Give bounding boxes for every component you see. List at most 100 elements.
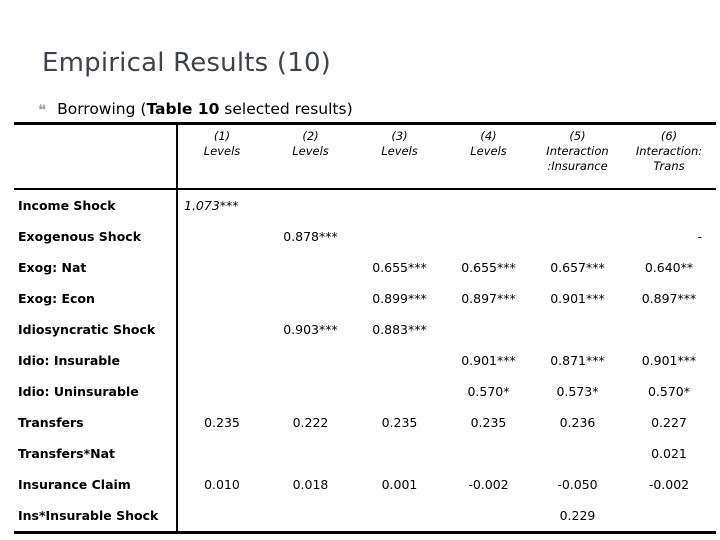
table-cell [622,190,716,221]
row-label: Transfers [14,407,178,438]
table-cell: 0.570* [467,384,510,399]
table-cell [177,314,266,345]
bullet-strong: Table 10 [146,100,220,118]
table-cell [355,221,444,252]
table-bottom-rule [14,531,716,535]
row-label: Exog: Nat [14,252,178,283]
table-row: Exog: Nat 0.655*** 0.655*** 0.657*** 0.640** [14,252,716,283]
table-cell: 0.655*** [461,260,516,275]
column-header-4-number: (4) [480,129,497,143]
results-table: (1) Levels (2) Levels (3) Levels (4) Lev… [14,122,716,535]
table-cell [444,314,533,345]
table-cell: -0.050 [557,477,598,492]
table-cell [177,283,266,314]
table-cell: - [697,229,702,244]
column-header-3: (3) Levels [355,125,444,189]
table-cell: 0.871*** [550,353,605,368]
table-cell [177,345,266,376]
table-row: Ins*Insurable Shock 0.229 [14,500,716,533]
table-row: Idiosyncratic Shock 0.903*** 0.883*** [14,314,716,345]
table-row: Exogenous Shock 0.878*** - [14,221,716,252]
table-cell [355,376,444,407]
table-cell [266,345,355,376]
column-header-4-sub: Levels [470,144,507,158]
table-cell [266,376,355,407]
table-cell: 0.018 [292,477,329,492]
column-header-2-number: (2) [302,129,319,143]
table-row: Idio: Uninsurable 0.570* 0.573* 0.570* [14,376,716,407]
results-table-container: (1) Levels (2) Levels (3) Levels (4) Lev… [14,122,716,535]
column-header-6: (6) Interaction: Trans [622,125,716,189]
table-cell: 0.897*** [461,291,516,306]
table-cell [266,283,355,314]
row-label: Insurance Claim [14,469,178,500]
table-cell [533,221,622,252]
column-header-5-sub: Interaction :Insurance [546,144,609,173]
table-cell [444,438,533,469]
table-cell [177,438,266,469]
table-cell [266,500,355,533]
slide: Empirical Results (10) ❝ Borrowing (Tabl… [0,0,720,540]
table-cell: 0.883*** [372,322,427,337]
column-header-5-number: (5) [569,129,586,143]
row-label: Exog: Econ [14,283,178,314]
table-cell [177,221,266,252]
page-title: Empirical Results (10) [42,48,332,78]
table-cell: 0.235 [204,415,240,430]
bullet-line: ❝ Borrowing (Table 10 selected results) [38,100,353,119]
bullet-prefix: Borrowing ( [57,100,147,118]
table-cell [177,500,266,533]
table-cell: 0.901*** [550,291,605,306]
table-cell: 0.903*** [283,322,338,337]
table-cell [266,252,355,283]
table-cell: 0.570* [647,384,691,399]
table-cell: 0.021 [651,446,687,461]
table-cell: 0.001 [381,477,418,492]
table-row: Income Shock 1.073*** [14,190,716,221]
table-cell [444,221,533,252]
table-row: Transfers*Nat 0.021 [14,438,716,469]
table-cell [355,345,444,376]
table-cell: 0.235 [470,415,507,430]
table-cell: 0.655*** [372,260,427,275]
column-header-6-sub: Interaction: Trans [635,144,703,173]
table-cell: -0.002 [648,477,690,492]
row-label: Idio: Insurable [14,345,178,376]
table-cell [355,438,444,469]
table-cell [177,252,266,283]
table-cell: 0.573* [556,384,599,399]
table-cell: 0.227 [651,415,687,430]
column-header-5: (5) Interaction :Insurance [533,125,622,189]
table-cell [266,438,355,469]
table-cell [533,190,622,221]
table-cell: 0.640** [644,260,694,275]
table-cell: 0.901*** [641,353,697,368]
table-cell [533,314,622,345]
table-cell: 0.222 [292,415,329,430]
column-header-1-sub: Levels [203,144,241,158]
table-cell [444,500,533,533]
table-cell: -0.002 [468,477,509,492]
table-cell [355,190,444,221]
table-cell: 1.073*** [184,198,239,213]
quote-bullet-icon: ❝ [38,101,47,119]
column-header-1: (1) Levels [177,125,266,189]
table-cell [266,190,355,221]
table-cell [622,500,716,533]
table-row: Idio: Insurable 0.901*** 0.871*** 0.901*** [14,345,716,376]
row-label: Ins*Insurable Shock [14,500,178,533]
column-header-1-number: (1) [213,129,231,143]
column-header-3-number: (3) [391,129,408,143]
row-label: Exogenous Shock [14,221,178,252]
row-label: Idio: Uninsurable [14,376,178,407]
table-cell [622,314,716,345]
table-cell: 0.657*** [550,260,605,275]
table-cell [177,376,266,407]
table-cell: 0.897*** [641,291,697,306]
row-label: Transfers*Nat [14,438,178,469]
row-label: Idiosyncratic Shock [14,314,178,345]
bullet-suffix: selected results) [219,100,353,118]
bullet-text: Borrowing (Table 10 selected results) [57,100,353,118]
table-header-row: (1) Levels (2) Levels (3) Levels (4) Lev… [14,125,716,189]
column-header-3-sub: Levels [381,144,418,158]
